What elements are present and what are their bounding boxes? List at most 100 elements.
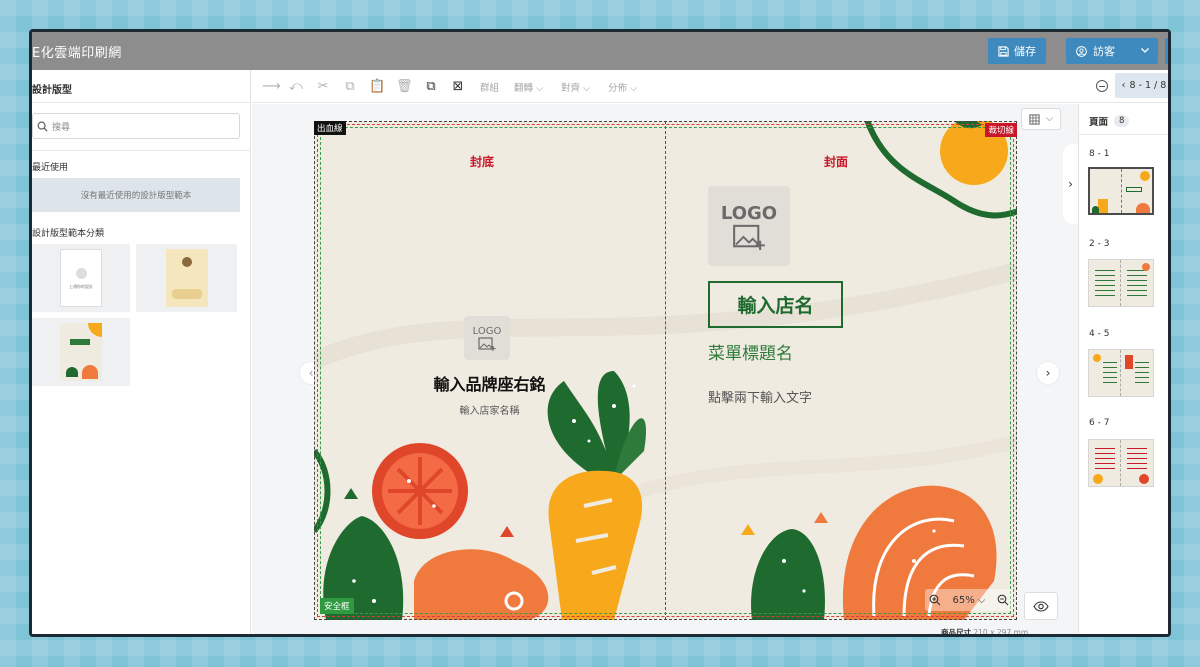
zoom-in-icon[interactable] xyxy=(929,594,941,606)
decor-mini xyxy=(1125,355,1133,369)
page-thumbnail-4[interactable] xyxy=(1088,439,1154,487)
product-size-value: 210 x 297 mm xyxy=(973,628,1029,637)
undo-icon[interactable]: ⤺ xyxy=(288,79,304,95)
page-thumbnail-1[interactable] xyxy=(1088,167,1154,215)
decor-shape xyxy=(171,289,202,299)
orange-fruit xyxy=(1140,171,1150,181)
menu-lines-mini xyxy=(1135,362,1149,386)
leaf-mini xyxy=(1092,206,1099,213)
menu-lines-mini xyxy=(1095,448,1115,470)
decor-shape xyxy=(70,339,90,345)
logo-placeholder-large[interactable]: LOGO xyxy=(708,186,790,266)
page-label: 8 - 1 xyxy=(1089,149,1110,159)
bleed-tag: 出血線 xyxy=(314,121,346,135)
zoom-level[interactable]: 65% ⌵ xyxy=(953,595,986,606)
decor-mini xyxy=(1093,354,1101,362)
safe-tag: 安全框 xyxy=(320,598,354,614)
zoom-out-icon[interactable] xyxy=(1096,80,1108,92)
chevron-left-icon: ‹ xyxy=(308,366,314,380)
zoom-out-icon[interactable] xyxy=(997,594,1009,606)
next-page-button[interactable]: › xyxy=(1036,361,1060,385)
align-dropdown[interactable]: 對齊 ⌵ xyxy=(561,80,590,94)
back-cover-label: 封底 xyxy=(470,155,495,169)
search-placeholder: 搜尋 xyxy=(52,122,71,133)
fold-line xyxy=(1120,440,1121,486)
zoom-level-value: 65% xyxy=(952,594,975,606)
save-button[interactable]: 儲存 xyxy=(988,38,1046,64)
chevron-down-icon xyxy=(1141,48,1149,53)
page-indicator: 8 - 1 / 8 xyxy=(1129,80,1167,91)
menu-title-text[interactable]: 菜單標題名 xyxy=(708,339,793,364)
pages-panel: 頁面 8 8 - 1 2 - 3 4 - 5 6 - 7 xyxy=(1078,104,1168,634)
template-card-veggie[interactable] xyxy=(32,318,130,386)
zoom-control: 65% ⌵ xyxy=(925,589,1013,611)
brand-title: E化雲端印刷網 xyxy=(32,45,122,61)
store-name-subtext[interactable]: 輸入店家名稱 xyxy=(314,402,665,417)
eye-icon xyxy=(1033,600,1049,612)
template-card-cafe[interactable] xyxy=(136,244,237,312)
search-input[interactable]: 搜尋 xyxy=(32,113,240,139)
design-page[interactable]: 出血線 裁切線 安全框 封底 封面 LOGO LOGO 輸入品牌座右銘 輸入店家… xyxy=(314,121,1017,620)
template-thumbnail xyxy=(60,323,102,381)
page-thumbnail-2[interactable] xyxy=(1088,259,1154,307)
chevron-left-icon[interactable]: ‹ xyxy=(1122,80,1126,91)
menu-hint-text[interactable]: 點擊兩下輸入文字 xyxy=(708,387,812,406)
chevron-right-icon: › xyxy=(1068,177,1073,191)
logo-placeholder-small[interactable]: LOGO xyxy=(464,316,510,360)
store-name-box[interactable]: 輸入店名 xyxy=(708,281,843,328)
editor-window: E化雲端印刷網 儲存 訪客 設計版型 搜尋 最近使用 沒有最近使用的設計版型範本… xyxy=(29,29,1171,637)
salmon-mini xyxy=(1136,203,1150,213)
grid-toggle-button[interactable]: ⌵ xyxy=(1021,108,1061,130)
brand-motto-text[interactable]: 輸入品牌座右銘 xyxy=(314,371,665,395)
template-panel-title: 設計版型 xyxy=(32,85,72,96)
category-title: 設計版型範本分類 xyxy=(32,229,105,239)
page-label: 6 - 7 xyxy=(1089,418,1110,428)
duplicate-icon[interactable]: ⧉ xyxy=(423,79,439,95)
cut-tag: 裁切線 xyxy=(985,123,1017,137)
fold-line xyxy=(1120,350,1121,396)
chevron-right-icon: › xyxy=(1045,366,1051,380)
upload-icon xyxy=(76,268,87,279)
user-label: 訪客 xyxy=(1093,45,1115,58)
menu-lines-mini xyxy=(1095,270,1115,296)
flip-dropdown[interactable]: 翻轉 ⌵ xyxy=(514,80,543,94)
product-size: 商品尺寸 210 x 297 mm xyxy=(941,627,1029,637)
decor-mini xyxy=(1142,263,1150,271)
front-cover-label: 封面 xyxy=(824,155,849,169)
delete-icon[interactable]: 🗑 xyxy=(396,79,413,95)
paste-icon[interactable]: 📋 xyxy=(369,79,385,95)
template-card-upload[interactable]: 上傳你的設計 xyxy=(32,244,130,312)
distribute-dropdown[interactable]: 分佈 ⌵ xyxy=(608,80,637,94)
expand-right-panel-button[interactable]: › xyxy=(1063,144,1078,224)
redo-icon[interactable]: ⟶ xyxy=(262,79,281,95)
pages-panel-header: 頁面 8 xyxy=(1089,114,1130,128)
preview-button[interactable] xyxy=(1024,592,1058,620)
decor-mini xyxy=(1093,474,1103,484)
group-button[interactable]: 群組 xyxy=(480,80,499,94)
recent-empty-message: 沒有最近使用的設計版型範本 xyxy=(32,178,240,212)
extra-header-button[interactable] xyxy=(1165,38,1168,64)
cut-icon[interactable]: ✂ xyxy=(315,79,331,95)
user-icon xyxy=(1076,45,1087,57)
distribute-label: 分佈 xyxy=(608,83,628,94)
save-icon xyxy=(998,45,1009,57)
menu-lines-mini xyxy=(1103,362,1117,386)
copy-icon[interactable]: ⧉ xyxy=(342,79,358,95)
chevron-down-icon: ⌵ xyxy=(1046,114,1053,124)
logo-text: LOGO xyxy=(720,202,778,224)
search-icon xyxy=(37,121,48,132)
page-label: 2 - 3 xyxy=(1089,239,1110,249)
page-label: 4 - 5 xyxy=(1089,329,1110,339)
cup-icon xyxy=(181,257,192,267)
user-menu-button[interactable]: 訪客 xyxy=(1066,38,1158,64)
menu-lines-mini xyxy=(1127,448,1147,470)
page-thumbnail-3[interactable] xyxy=(1088,349,1154,397)
edit-toolbar: ⟶ ⤺ ✂ ⧉ 📋 🗑 ⧉ ⊠ 群組 翻轉 ⌵ 對齊 ⌵ 分佈 ⌵ ‹ 8 - … xyxy=(252,70,1168,103)
image-add-icon xyxy=(478,336,496,351)
logo-text: LOGO xyxy=(472,325,502,337)
page-navigator[interactable]: ‹ 8 - 1 / 8 xyxy=(1115,73,1168,98)
carrot-mini xyxy=(1098,199,1108,213)
template-panel: 設計版型 搜尋 最近使用 沒有最近使用的設計版型範本 設計版型範本分類 上傳你的… xyxy=(32,70,251,634)
divider xyxy=(1079,134,1168,135)
layer-icon[interactable]: ⊠ xyxy=(450,79,466,95)
